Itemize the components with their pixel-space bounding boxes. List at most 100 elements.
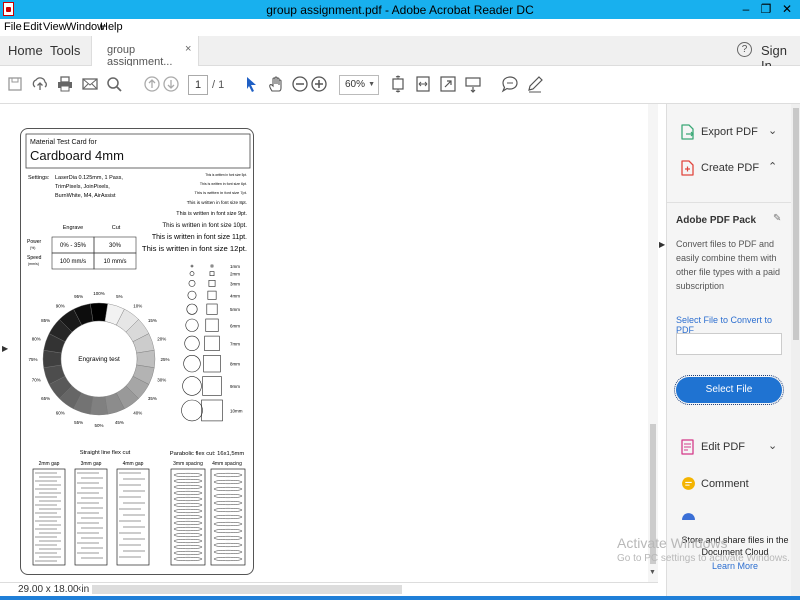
tool-edit-pdf[interactable]: Edit PDF ⌄ xyxy=(667,431,791,465)
fullscreen-icon[interactable] xyxy=(439,75,457,93)
cut-circle xyxy=(181,399,203,422)
edit-pdf-icon xyxy=(681,439,694,455)
flex-cut-ellipse xyxy=(213,493,243,499)
cut-circle xyxy=(184,335,200,351)
right-panel-toggle-icon[interactable]: ▶ xyxy=(659,240,665,249)
row-speed-unit: (mm/s) xyxy=(28,262,39,266)
flex-cut-ellipse xyxy=(173,508,203,514)
speed-cut: 10 mm/s xyxy=(103,259,126,265)
vertical-scrollbar[interactable]: ▼ xyxy=(648,104,658,582)
scroll-down-icon[interactable]: ▼ xyxy=(649,569,656,576)
restore-button[interactable]: ❐ xyxy=(757,0,775,19)
read-mode-icon[interactable] xyxy=(464,75,482,93)
tool-fill-sign-partial[interactable] xyxy=(667,508,791,520)
pen-icon[interactable] xyxy=(526,75,544,93)
settings-line-1: LaserDia 0.125mm, 1 Pass, xyxy=(55,175,123,181)
export-pdf-label: Export PDF xyxy=(701,126,758,138)
close-window-button[interactable]: ✕ xyxy=(778,0,796,19)
store-line-2: Document Cloud xyxy=(701,547,769,557)
page-total: / 1 xyxy=(212,79,225,91)
zoom-out-icon[interactable] xyxy=(291,75,309,93)
export-pdf-icon xyxy=(681,124,694,140)
cut-circle xyxy=(183,354,201,373)
document-cloud-promo: Store and share files in the Document Cl… xyxy=(680,534,790,572)
wheel-label: 5% xyxy=(116,294,123,299)
chevron-down-icon: ⌄ xyxy=(768,440,778,452)
settings-line-2: TrimPixels, JoinPixels, xyxy=(55,184,110,190)
select-file-button[interactable]: Select File xyxy=(674,375,784,405)
save-icon[interactable] xyxy=(6,75,24,93)
mail-icon[interactable] xyxy=(81,75,99,93)
menu-file[interactable]: File xyxy=(4,21,22,33)
tab-document[interactable]: group assignment... × xyxy=(91,36,199,68)
zoom-dropdown[interactable]: 60% ▼ xyxy=(339,75,379,95)
left-panel-toggle-icon[interactable]: ▶ xyxy=(2,344,8,353)
cut-circle xyxy=(182,376,202,396)
col-engrave: Engrave xyxy=(63,225,84,231)
flex-cut-ellipse xyxy=(173,472,203,478)
tab-bar: Home Tools group assignment... × ? Sign … xyxy=(0,36,800,73)
learn-more-link[interactable]: Learn More xyxy=(680,560,790,572)
taskbar-strip xyxy=(0,596,800,600)
page-number-input[interactable]: 1 xyxy=(188,75,208,95)
zoom-in-icon[interactable] xyxy=(310,75,328,93)
page-down-icon[interactable] xyxy=(162,75,180,93)
flex-cut-ellipse xyxy=(173,478,203,484)
hand-icon[interactable] xyxy=(267,75,285,93)
wheel-label: 20% xyxy=(157,337,166,342)
wheel-label: 60% xyxy=(56,410,65,415)
flex-cut-ellipse xyxy=(173,484,203,490)
font-size-samples: This is written in font size 5pt. This i… xyxy=(142,173,247,253)
col-cut: Cut xyxy=(112,225,121,231)
comment-tool-icon xyxy=(682,477,695,490)
tools-pane-scrollbar[interactable] xyxy=(791,104,800,596)
header-large: Cardboard 4mm xyxy=(30,148,124,163)
tool-export-pdf[interactable]: Export PDF ⌄ xyxy=(667,116,791,150)
search-icon[interactable] xyxy=(105,75,123,93)
parabolic-flex-sample xyxy=(210,468,246,566)
tab-tools[interactable]: Tools xyxy=(50,43,80,58)
scroll-left-icon[interactable]: ‹ xyxy=(78,583,81,594)
vertical-scroll-thumb[interactable] xyxy=(650,424,656,564)
menu-view[interactable]: View xyxy=(43,21,67,33)
flex-cut-ellipse xyxy=(173,532,203,538)
flex-cut-ellipse xyxy=(173,490,203,496)
minimize-button[interactable]: – xyxy=(737,0,755,19)
store-line-1: Store and share files in the xyxy=(681,535,789,545)
tool-create-pdf[interactable]: Create PDF ⌃ xyxy=(667,152,791,186)
tool-comment[interactable]: Comment xyxy=(667,468,791,502)
menu-edit[interactable]: Edit xyxy=(23,21,42,33)
tools-pane-scroll-thumb[interactable] xyxy=(793,108,799,340)
pin-icon[interactable]: ✎ xyxy=(773,213,781,224)
power-cut: 30% xyxy=(109,243,122,249)
flex-cut-ellipse xyxy=(213,528,243,534)
status-bar: 29.00 x 18.00 in ‹ xyxy=(0,582,658,596)
shape-size-label: 5mm xyxy=(230,307,240,312)
document-viewport[interactable]: ▶ Material Test Card for Cardboard 4mm S… xyxy=(0,104,658,582)
select-arrow-icon[interactable] xyxy=(242,75,260,93)
flex-cut-ellipse xyxy=(213,486,243,492)
tab-home[interactable]: Home xyxy=(8,43,43,58)
fit-page-icon[interactable] xyxy=(389,75,407,93)
shape-size-label: 10mm xyxy=(230,408,243,413)
comment-icon[interactable] xyxy=(501,75,519,93)
print-icon[interactable] xyxy=(56,75,74,93)
page-up-icon[interactable] xyxy=(143,75,161,93)
help-icon[interactable]: ? xyxy=(737,42,752,57)
file-drop-field[interactable] xyxy=(676,333,782,355)
close-tab-icon[interactable]: × xyxy=(185,43,191,55)
fit-width-icon[interactable] xyxy=(414,75,432,93)
shape-size-label: 2mm xyxy=(230,272,240,277)
select-file-link[interactable]: Select File to Convert to PDF xyxy=(676,315,791,335)
font-sample-10pt: This is written in font size 10pt. xyxy=(162,222,247,229)
menu-help[interactable]: Help xyxy=(100,21,123,33)
menu-bar: File Edit View Window Help xyxy=(0,19,800,36)
font-sample-5pt: This is written in font size 5pt. xyxy=(205,173,247,177)
cut-square xyxy=(205,318,219,332)
straight-flex-sample xyxy=(116,468,150,566)
wheel-label: 25% xyxy=(160,357,169,362)
horizontal-scroll-thumb[interactable] xyxy=(92,585,402,594)
font-sample-9pt: This is written in font size 9pt. xyxy=(176,211,247,217)
upload-icon[interactable] xyxy=(31,75,49,93)
flex-cut-ellipse xyxy=(173,544,203,550)
